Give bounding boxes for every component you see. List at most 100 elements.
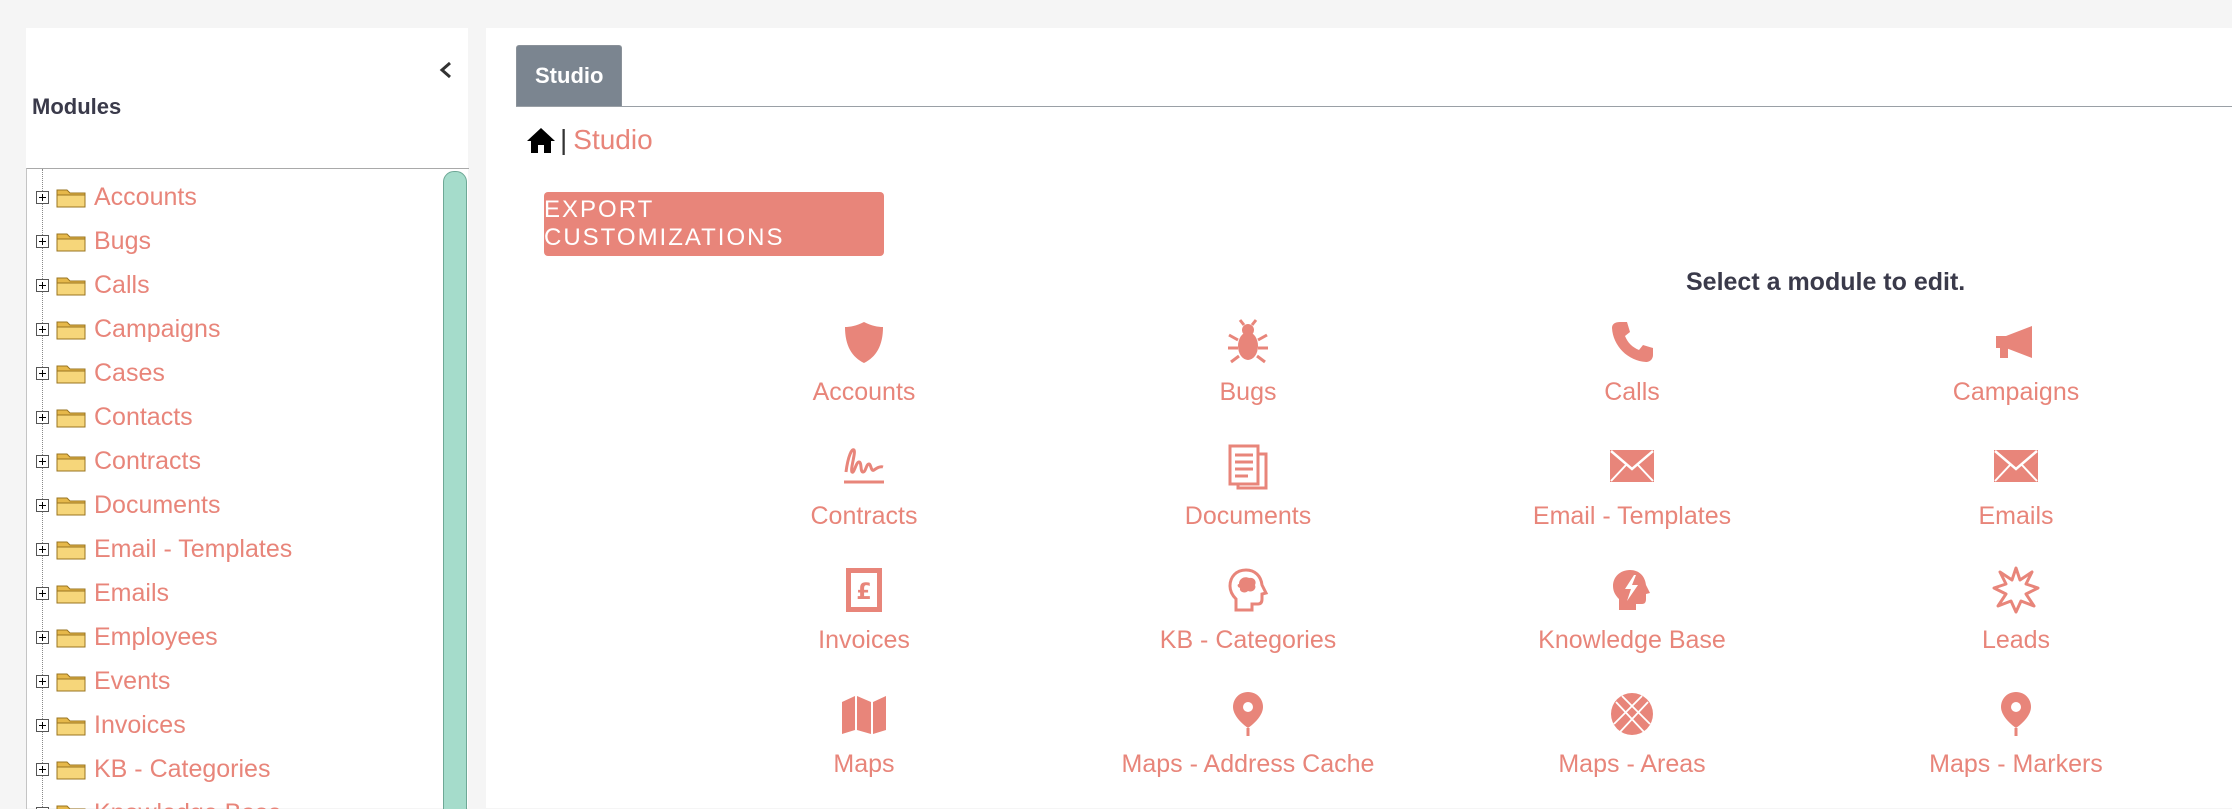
tree-item-employees[interactable]: Employees bbox=[27, 615, 292, 659]
expand-icon[interactable] bbox=[36, 587, 49, 600]
module-accounts[interactable]: Accounts bbox=[714, 318, 1014, 428]
module-label: Knowledge Base bbox=[1538, 626, 1726, 655]
tree-item-label[interactable]: Email - Templates bbox=[94, 535, 292, 564]
folder-icon bbox=[56, 626, 86, 648]
tree-item-invoices[interactable]: Invoices bbox=[27, 703, 292, 747]
tree-item-label[interactable]: Events bbox=[94, 667, 170, 696]
shield-icon bbox=[840, 318, 888, 366]
module-label: KB - Categories bbox=[1160, 626, 1336, 655]
module-label: Documents bbox=[1185, 502, 1311, 531]
module-label: Invoices bbox=[818, 626, 910, 655]
module-label: Maps - Markers bbox=[1929, 750, 2103, 779]
envelope-icon bbox=[1992, 442, 2040, 490]
tree-item-kb-categories[interactable]: KB - Categories bbox=[27, 747, 292, 791]
module-label: Calls bbox=[1604, 378, 1660, 407]
breadcrumb-current[interactable]: Studio bbox=[573, 124, 652, 156]
module-maps-areas[interactable]: Maps - Areas bbox=[1482, 690, 1782, 800]
module-email-templates[interactable]: Email - Templates bbox=[1482, 442, 1782, 552]
tree-item-label[interactable]: Calls bbox=[94, 271, 150, 300]
tree-item-label[interactable]: Contracts bbox=[94, 447, 201, 476]
tree-item-bugs[interactable]: Bugs bbox=[27, 219, 292, 263]
module-label: Maps - Areas bbox=[1558, 750, 1705, 779]
expand-icon[interactable] bbox=[36, 323, 49, 336]
tree-item-events[interactable]: Events bbox=[27, 659, 292, 703]
select-module-instruction: Select a module to edit. bbox=[1686, 268, 1965, 297]
expand-icon[interactable] bbox=[36, 455, 49, 468]
tree-item-emails[interactable]: Emails bbox=[27, 571, 292, 615]
tree-item-documents[interactable]: Documents bbox=[27, 483, 292, 527]
module-label: Emails bbox=[1978, 502, 2053, 531]
module-kb-categories[interactable]: KB - Categories bbox=[1098, 566, 1398, 676]
expand-icon[interactable] bbox=[36, 191, 49, 204]
module-invoices[interactable]: £ Invoices bbox=[714, 566, 1014, 676]
module-campaigns[interactable]: Campaigns bbox=[1866, 318, 2166, 428]
export-customizations-button[interactable]: EXPORT CUSTOMIZATIONS bbox=[544, 192, 884, 256]
module-maps[interactable]: Maps bbox=[714, 690, 1014, 800]
folder-icon bbox=[56, 318, 86, 340]
module-label: Maps - Address Cache bbox=[1122, 750, 1375, 779]
module-knowledge-base[interactable]: Knowledge Base bbox=[1482, 566, 1782, 676]
expand-icon[interactable] bbox=[36, 499, 49, 512]
tree-item-contracts[interactable]: Contracts bbox=[27, 439, 292, 483]
module-bugs[interactable]: Bugs bbox=[1098, 318, 1398, 428]
folder-icon bbox=[56, 582, 86, 604]
tree-item-label[interactable]: Invoices bbox=[94, 711, 186, 740]
expand-icon[interactable] bbox=[36, 675, 49, 688]
studio-main-panel: Studio | Studio EXPORT CUSTOMIZATIONS Se… bbox=[486, 28, 2232, 808]
home-icon[interactable] bbox=[526, 126, 556, 154]
expand-icon[interactable] bbox=[36, 235, 49, 248]
tree-item-label[interactable]: Bugs bbox=[94, 227, 151, 256]
module-emails[interactable]: Emails bbox=[1866, 442, 2166, 552]
tab-bar-divider bbox=[516, 106, 2232, 107]
tree-item-label[interactable]: Knowledge Base bbox=[94, 799, 282, 809]
tree-item-label[interactable]: Documents bbox=[94, 491, 220, 520]
module-maps-address-cache[interactable]: Maps - Address Cache bbox=[1098, 690, 1398, 800]
module-label: Campaigns bbox=[1953, 378, 2079, 407]
tree-item-label[interactable]: Campaigns bbox=[94, 315, 220, 344]
expand-icon[interactable] bbox=[36, 719, 49, 732]
sidebar-title: Modules bbox=[32, 94, 121, 120]
tree-scrollbar[interactable] bbox=[443, 171, 467, 809]
expand-icon[interactable] bbox=[36, 279, 49, 292]
globe-grid-icon bbox=[1608, 690, 1656, 738]
bug-icon bbox=[1224, 318, 1272, 366]
modules-sidebar: Modules Accounts Bugs Calls Campaigns Ca… bbox=[26, 28, 468, 808]
module-documents[interactable]: Documents bbox=[1098, 442, 1398, 552]
tree-item-label[interactable]: Employees bbox=[94, 623, 218, 652]
tree-item-accounts[interactable]: Accounts bbox=[27, 175, 292, 219]
expand-icon[interactable] bbox=[36, 763, 49, 776]
module-maps-markers[interactable]: Maps - Markers bbox=[1866, 690, 2166, 800]
envelope-icon bbox=[1608, 442, 1656, 490]
tree-item-calls[interactable]: Calls bbox=[27, 263, 292, 307]
folder-icon bbox=[56, 362, 86, 384]
tree-item-knowledge-base[interactable]: Knowledge Base bbox=[27, 791, 292, 809]
tree-item-contacts[interactable]: Contacts bbox=[27, 395, 292, 439]
tree-item-label[interactable]: Emails bbox=[94, 579, 169, 608]
tree-item-email-templates[interactable]: Email - Templates bbox=[27, 527, 292, 571]
module-label: Email - Templates bbox=[1533, 502, 1731, 531]
module-calls[interactable]: Calls bbox=[1482, 318, 1782, 428]
tree-item-label[interactable]: Accounts bbox=[94, 183, 197, 212]
tree-item-label[interactable]: Cases bbox=[94, 359, 165, 388]
tree-item-campaigns[interactable]: Campaigns bbox=[27, 307, 292, 351]
module-label: Leads bbox=[1982, 626, 2050, 655]
starburst-icon bbox=[1992, 566, 2040, 614]
module-leads[interactable]: Leads bbox=[1866, 566, 2166, 676]
expand-icon[interactable] bbox=[36, 631, 49, 644]
folder-icon bbox=[56, 758, 86, 780]
tab-studio[interactable]: Studio bbox=[516, 45, 622, 106]
folder-icon bbox=[56, 494, 86, 516]
megaphone-icon bbox=[1992, 318, 2040, 366]
module-label: Bugs bbox=[1220, 378, 1277, 407]
tree-item-cases[interactable]: Cases bbox=[27, 351, 292, 395]
expand-icon[interactable] bbox=[36, 543, 49, 556]
collapse-sidebar-button[interactable] bbox=[426, 50, 466, 90]
tree-item-label[interactable]: KB - Categories bbox=[94, 755, 270, 784]
module-tree-list: Accounts Bugs Calls Campaigns Cases Cont… bbox=[27, 175, 292, 809]
tree-item-label[interactable]: Contacts bbox=[94, 403, 193, 432]
folder-icon bbox=[56, 450, 86, 472]
folder-icon bbox=[56, 670, 86, 692]
expand-icon[interactable] bbox=[36, 367, 49, 380]
expand-icon[interactable] bbox=[36, 411, 49, 424]
module-contracts[interactable]: Contracts bbox=[714, 442, 1014, 552]
